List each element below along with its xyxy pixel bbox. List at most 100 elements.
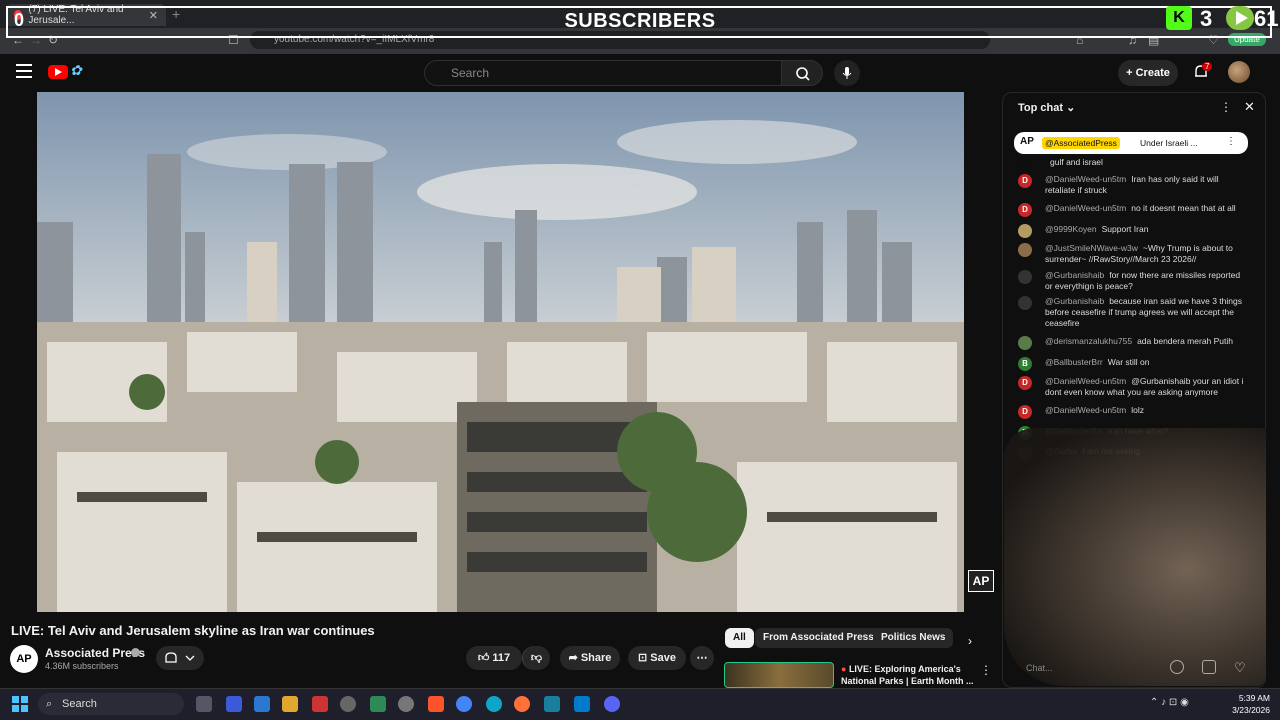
- chat-message[interactable]: gulf and israel: [1018, 157, 1248, 171]
- bell-icon: [165, 652, 195, 663]
- chat-author-avatar[interactable]: [1018, 270, 1032, 284]
- chat-author-name[interactable]: @DanielWeed-un5tm: [1045, 203, 1126, 213]
- pinned-text: Under Israeli ...: [1140, 138, 1198, 148]
- file-explorer-icon[interactable]: [282, 696, 298, 712]
- notification-badge: 7: [1202, 62, 1213, 71]
- app-icon[interactable]: [398, 696, 414, 712]
- windows-start-icon[interactable]: [12, 696, 28, 712]
- heart-icon[interactable]: ♡: [1234, 660, 1246, 676]
- chat-author-name[interactable]: @DanielWeed-un5tm: [1045, 376, 1126, 386]
- chat-author-avatar[interactable]: [1018, 296, 1032, 310]
- vscode-icon[interactable]: [574, 696, 590, 712]
- super-chat-icon[interactable]: [1202, 660, 1216, 674]
- dislike-button[interactable]: 👎︎: [522, 646, 550, 670]
- firefox-icon[interactable]: [514, 696, 530, 712]
- thumbs-down-icon: 👎︎: [530, 652, 543, 664]
- chat-author-name[interactable]: @DanielWeed-un5tm: [1045, 405, 1126, 415]
- chat-message[interactable]: @derismanzalukhu755 ada bendera merah Put…: [1018, 336, 1248, 350]
- chat-author-avatar[interactable]: D: [1018, 203, 1032, 217]
- edge-icon[interactable]: [486, 696, 502, 712]
- chat-author-name[interactable]: @derismanzalukhu755: [1045, 336, 1132, 346]
- chat-author-name[interactable]: @JustSmileNWave-w3w: [1045, 243, 1138, 253]
- rumble-logo-icon: [1226, 6, 1254, 30]
- app-icon[interactable]: [370, 696, 386, 712]
- filter-chip-from-channel[interactable]: From Associated Press: [755, 628, 882, 648]
- chat-message[interactable]: B @BallbusterBrr War still on: [1018, 357, 1248, 371]
- discord-icon[interactable]: [604, 696, 620, 712]
- share-icon: ➦: [568, 652, 581, 664]
- taskbar-search[interactable]: ⌕ Search: [38, 693, 184, 715]
- search-button[interactable]: [781, 60, 823, 86]
- chat-author-avatar[interactable]: [1018, 336, 1032, 350]
- voice-search-button[interactable]: [834, 60, 860, 86]
- chat-author-avatar[interactable]: B: [1018, 357, 1032, 371]
- notification-bell-button[interactable]: [156, 646, 204, 670]
- chat-message[interactable]: D @DanielWeed-un5tm Iran has only said it …: [1018, 174, 1248, 196]
- rumble-count: 61: [1254, 6, 1279, 31]
- pinned-menu-icon[interactable]: ⋮: [1226, 136, 1236, 147]
- app-icon[interactable]: [312, 696, 328, 712]
- chat-author-name[interactable]: @DanielWeed-un5tm: [1045, 174, 1126, 184]
- chat-message[interactable]: @Gurbanishaib for now there are missiles …: [1018, 270, 1248, 292]
- chevron-right-icon[interactable]: ›: [968, 634, 972, 648]
- chevron-down-icon: ⌄: [1063, 102, 1076, 114]
- chat-message-text: lolz: [1131, 405, 1144, 415]
- chat-author-name[interactable]: @Gurbanishaib: [1045, 296, 1104, 306]
- chat-message-text: Support Iran: [1101, 224, 1149, 234]
- windows-taskbar: [0, 688, 1280, 720]
- chat-author-avatar[interactable]: [1018, 243, 1032, 257]
- search-icon: [796, 67, 810, 81]
- brave-browser-icon[interactable]: [428, 696, 444, 712]
- video-title: LIVE: Tel Aviv and Jerusalem skyline as …: [11, 623, 375, 638]
- recommended-video-title[interactable]: ● LIVE: Exploring America's National Par…: [841, 663, 976, 687]
- chat-input[interactable]: Chat...: [1018, 658, 1158, 678]
- youtube-logo-icon[interactable]: [48, 65, 68, 79]
- chat-message[interactable]: @JustSmileNWave-w3w ~Why Trump is about t…: [1018, 243, 1248, 265]
- chat-author-name[interactable]: @BallbusterBrr: [1045, 357, 1103, 367]
- share-button[interactable]: ➦ Share: [560, 646, 620, 670]
- city-skyline-frame: [37, 92, 964, 612]
- chat-author-name[interactable]: @9999Koyen: [1045, 224, 1097, 234]
- video-player[interactable]: [37, 92, 964, 612]
- chat-author-avatar[interactable]: D: [1018, 174, 1032, 188]
- chat-message[interactable]: @Gurbanishaib because iran said we have 3…: [1018, 296, 1248, 329]
- chat-menu-icon[interactable]: ⋮: [1220, 100, 1232, 114]
- chat-author-name[interactable]: @Gurbanishaib: [1045, 270, 1104, 280]
- recommendation-menu-icon[interactable]: ⋮: [980, 663, 992, 677]
- chat-author-avatar[interactable]: [1018, 157, 1032, 171]
- pinned-message[interactable]: AP @AssociatedPress Under Israeli ... ⋮: [1014, 132, 1248, 154]
- save-button[interactable]: ⊡ Save: [628, 646, 686, 670]
- app-icon[interactable]: [544, 696, 560, 712]
- chat-message[interactable]: D @DanielWeed-un5tm lolz: [1018, 405, 1248, 419]
- account-avatar[interactable]: [1228, 61, 1250, 83]
- app-icon[interactable]: [340, 696, 356, 712]
- youtube-doodle[interactable]: ✿: [70, 62, 82, 79]
- chat-author-avatar[interactable]: D: [1018, 405, 1032, 419]
- filter-chip-all[interactable]: All: [725, 628, 754, 648]
- app-icon[interactable]: [226, 696, 242, 712]
- chat-mode-dropdown[interactable]: Top chat ⌄: [1018, 101, 1075, 114]
- ap-avatar-icon: AP: [1020, 136, 1034, 147]
- live-dot-icon: ●: [841, 664, 849, 674]
- chat-message[interactable]: D @DanielWeed-un5tm no it doesnt mean that…: [1018, 203, 1248, 217]
- chat-message[interactable]: @9999Koyen Support Iran: [1018, 224, 1248, 238]
- recommended-video-thumbnail[interactable]: [724, 662, 834, 688]
- chat-author-avatar[interactable]: [1018, 224, 1032, 238]
- more-actions-icon[interactable]: ⋯: [690, 646, 714, 670]
- system-tray[interactable]: ⌃ ♪ ⊡ ◉: [1150, 697, 1189, 708]
- chat-message[interactable]: D @DanielWeed-un5tm @Gurbanishaib your an …: [1018, 376, 1248, 398]
- channel-avatar[interactable]: AP: [10, 645, 38, 673]
- like-button[interactable]: 👍︎ 117: [466, 646, 522, 670]
- emoji-icon[interactable]: [1170, 660, 1184, 674]
- create-button[interactable]: + Create: [1118, 60, 1178, 86]
- filter-chip-politics[interactable]: Politics News: [873, 628, 954, 648]
- chrome-icon[interactable]: [456, 696, 472, 712]
- chat-author-avatar[interactable]: D: [1018, 376, 1032, 390]
- app-icon[interactable]: [254, 696, 270, 712]
- hamburger-menu-icon[interactable]: [16, 64, 32, 78]
- verified-check-icon: [131, 648, 140, 657]
- search-input[interactable]: Search: [424, 60, 782, 86]
- chat-message-text: no it doesnt mean that at all: [1131, 203, 1236, 213]
- close-chat-icon[interactable]: ✕: [1244, 99, 1255, 115]
- widgets-icon[interactable]: [196, 696, 212, 712]
